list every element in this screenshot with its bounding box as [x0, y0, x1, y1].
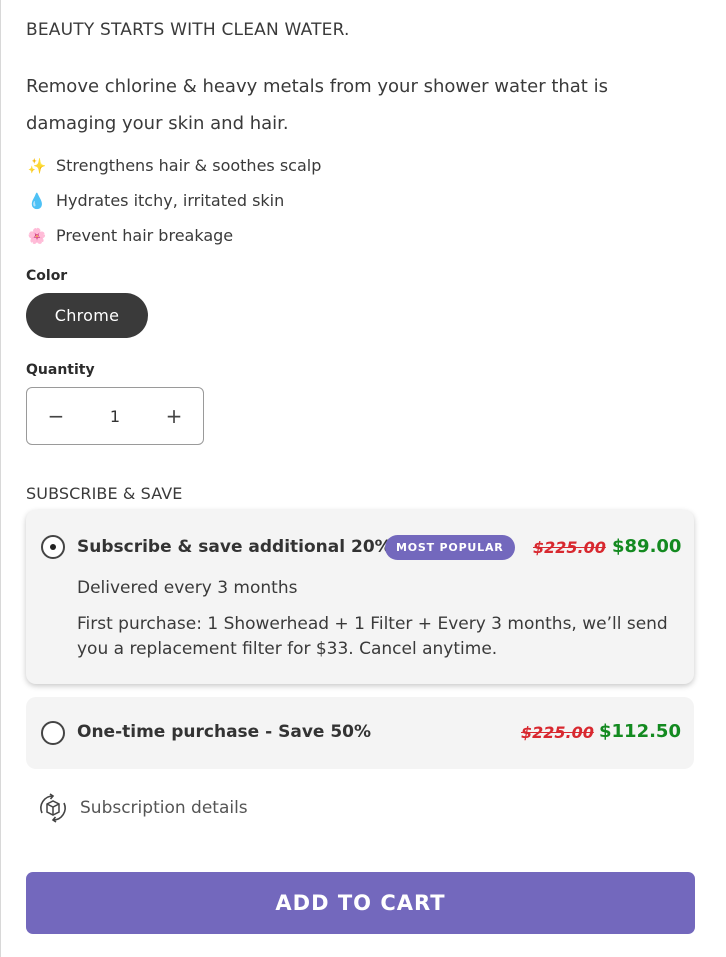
water-drop-icon: 💧	[27, 191, 47, 210]
product-description: Remove chlorine & heavy metals from your…	[26, 76, 608, 134]
delivery-frequency: Delivered every 3 months	[77, 578, 298, 598]
benefit-text: Hydrates itchy, irritated skin	[56, 191, 285, 210]
page-left-border	[0, 0, 1, 957]
quantity-stepper[interactable]: − 1 +	[26, 387, 204, 445]
sparkles-icon: ✨	[27, 156, 47, 175]
flower-icon: 🌸	[27, 226, 47, 245]
original-price: $225.00	[521, 723, 594, 742]
benefit-item: 🌸 Prevent hair breakage	[26, 226, 233, 245]
quantity-value[interactable]: 1	[110, 407, 120, 426]
most-popular-badge: MOST POPULAR	[385, 535, 515, 560]
option-title: Subscribe & save additional 20%	[77, 537, 392, 557]
subscription-option-one-time[interactable]: One-time purchase - Save 50% $225.00 $11…	[26, 697, 694, 769]
product-tagline: BEAUTY STARTS WITH CLEAN WATER.	[26, 20, 350, 40]
color-option-chrome[interactable]: Chrome	[26, 293, 148, 338]
subscription-details-link[interactable]: Subscription details	[36, 791, 248, 825]
subscription-option-subscribe[interactable]: Subscribe & save additional 20% MOST POP…	[26, 510, 694, 684]
subscription-box-icon	[40, 793, 66, 823]
benefit-item: 💧 Hydrates itchy, irritated skin	[26, 191, 285, 210]
option-title: One-time purchase - Save 50%	[77, 722, 372, 742]
radio-selected-icon[interactable]	[41, 535, 65, 559]
increase-quantity-button[interactable]: +	[159, 404, 189, 428]
original-price: $225.00	[533, 538, 606, 557]
benefit-text: Prevent hair breakage	[56, 226, 234, 245]
subscribe-save-heading: SUBSCRIBE & SAVE	[26, 484, 183, 503]
sale-price: $89.00	[612, 536, 682, 557]
color-label: Color	[26, 268, 68, 284]
add-to-cart-button[interactable]: ADD TO CART	[26, 872, 695, 934]
sale-price: $112.50	[599, 721, 681, 742]
benefit-item: ✨ Strengthens hair & soothes scalp	[26, 156, 322, 175]
radio-unselected-icon[interactable]	[41, 721, 65, 745]
subscription-details-label[interactable]: Subscription details	[80, 798, 248, 818]
subscription-description: First purchase: 1 Showerhead + 1 Filter …	[77, 614, 668, 659]
quantity-label: Quantity	[26, 362, 95, 378]
benefit-text: Strengthens hair & soothes scalp	[56, 156, 322, 175]
radio-dot	[50, 544, 56, 550]
decrease-quantity-button[interactable]: −	[41, 404, 71, 428]
